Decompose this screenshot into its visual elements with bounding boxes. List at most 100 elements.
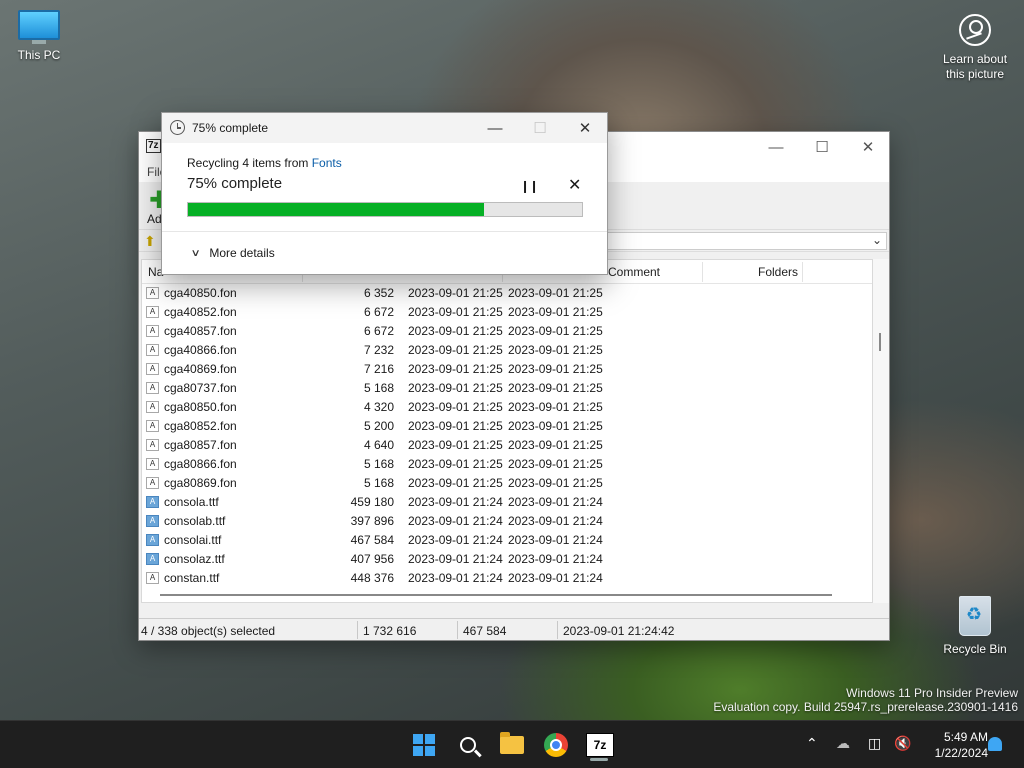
- dialog-close-button[interactable]: ✕: [562, 113, 608, 143]
- file-modified: 2023-09-01 21:25: [408, 286, 503, 300]
- table-row[interactable]: Acga40850.fon 6 352 2023-09-01 21:25 2023-0…: [142, 284, 872, 303]
- network-icon[interactable]: ◫: [868, 735, 881, 752]
- table-row[interactable]: Acga40869.fon 7 216 2023-09-01 21:25 2023-0…: [142, 360, 872, 379]
- folder-up-icon[interactable]: ⬆: [144, 233, 156, 250]
- vertical-scrollbar[interactable]: [873, 259, 889, 603]
- file-explorer-button[interactable]: [496, 729, 528, 761]
- table-row[interactable]: Aconsolai.ttf 467 584 2023-09-01 21:24 2023…: [142, 531, 872, 550]
- col-folders[interactable]: Folders: [758, 265, 798, 279]
- file-created: 2023-09-01 21:25: [508, 400, 603, 414]
- font-file-icon: A: [146, 401, 159, 413]
- active-app-indicator: [590, 758, 608, 761]
- notification-bell-icon[interactable]: [988, 737, 1002, 751]
- monitor-icon: [18, 10, 60, 40]
- file-created: 2023-09-01 21:24: [508, 495, 603, 509]
- file-name: cga40866.fon: [164, 343, 237, 357]
- truetype-font-icon: A: [146, 553, 159, 565]
- file-size: 6 672: [363, 324, 394, 338]
- status-focused-size: 467 584: [463, 624, 507, 638]
- file-size: 5 168: [363, 476, 394, 490]
- font-file-icon: A: [146, 287, 159, 299]
- file-created: 2023-09-01 21:25: [508, 419, 603, 433]
- recycle-bin-label: Recycle Bin: [943, 642, 1007, 656]
- dialog-maximize-button: ☐: [533, 120, 547, 137]
- table-row[interactable]: Acga80850.fon 4 320 2023-09-01 21:25 2023-0…: [142, 398, 872, 417]
- dialog-minimize-button[interactable]: —: [472, 113, 518, 143]
- file-created: 2023-09-01 21:25: [508, 476, 603, 490]
- file-size: 467 584: [350, 533, 394, 547]
- table-row[interactable]: Aconsolaz.ttf 407 956 2023-09-01 21:24 2023…: [142, 550, 872, 569]
- file-modified: 2023-09-01 21:24: [408, 552, 503, 566]
- file-name: cga40850.fon: [164, 286, 237, 300]
- chevron-up-icon[interactable]: ⌃: [806, 735, 818, 752]
- font-file-icon: A: [146, 344, 159, 356]
- table-row[interactable]: Acga40857.fon 6 672 2023-09-01 21:25 2023-0…: [142, 322, 872, 341]
- table-row[interactable]: Acga80852.fon 5 200 2023-09-01 21:25 2023-0…: [142, 417, 872, 436]
- maximize-button[interactable]: ☐: [799, 132, 845, 162]
- minimize-button[interactable]: —: [753, 132, 799, 162]
- close-button[interactable]: ✕: [845, 132, 891, 162]
- col-comment[interactable]: Comment: [608, 265, 660, 279]
- file-size: 7 216: [363, 362, 394, 376]
- table-row[interactable]: Acga40852.fon 6 672 2023-09-01 21:25 2023-0…: [142, 303, 872, 322]
- onedrive-icon[interactable]: ☁: [836, 735, 850, 752]
- file-created: 2023-09-01 21:25: [508, 286, 603, 300]
- file-rows: Acga40850.fon 6 352 2023-09-01 21:25 2023-0…: [142, 284, 872, 602]
- font-file-icon: A: [146, 325, 159, 337]
- dialog-titlebar[interactable]: 75% complete — ☐ ✕: [162, 113, 607, 143]
- cancel-icon[interactable]: ✕: [568, 175, 581, 195]
- font-file-icon: A: [146, 420, 159, 432]
- font-file-icon: A: [146, 477, 159, 489]
- file-name: cga80866.fon: [164, 457, 237, 471]
- horizontal-scrollbar[interactable]: [142, 588, 872, 602]
- table-row[interactable]: Acga80737.fon 5 168 2023-09-01 21:25 2023-0…: [142, 379, 872, 398]
- table-row[interactable]: Aconsolab.ttf 397 896 2023-09-01 21:24 2023…: [142, 512, 872, 531]
- file-created: 2023-09-01 21:24: [508, 571, 603, 585]
- chevron-down-icon[interactable]: ⌄: [872, 233, 882, 247]
- 7zip-taskbar-button[interactable]: 7z: [584, 729, 616, 761]
- pause-icon[interactable]: ❙❙: [520, 179, 539, 193]
- desktop-icon-this-pc[interactable]: This PC: [8, 10, 70, 63]
- file-modified: 2023-09-01 21:24: [408, 571, 503, 585]
- file-list[interactable]: Na Comment Folders Acga40850.fon 6 352 202…: [141, 259, 873, 603]
- table-row[interactable]: Acga80857.fon 4 640 2023-09-01 21:25 2023-0…: [142, 436, 872, 455]
- file-created: 2023-09-01 21:25: [508, 324, 603, 338]
- file-created: 2023-09-01 21:25: [508, 457, 603, 471]
- file-size: 6 352: [363, 286, 394, 300]
- file-modified: 2023-09-01 21:24: [408, 514, 503, 528]
- add-button-label[interactable]: Ad: [147, 212, 162, 226]
- table-row[interactable]: Aconsola.ttf 459 180 2023-09-01 21:24 2023-…: [142, 493, 872, 512]
- file-created: 2023-09-01 21:25: [508, 305, 603, 319]
- file-size: 7 232: [363, 343, 394, 357]
- source-folder-link[interactable]: Fonts: [312, 156, 342, 170]
- watermark-line1: Windows 11 Pro Insider Preview: [846, 686, 1018, 700]
- desktop-icon-recycle-bin[interactable]: ♻ Recycle Bin: [942, 596, 1008, 657]
- table-row[interactable]: Acga40866.fon 7 232 2023-09-01 21:25 2023-0…: [142, 341, 872, 360]
- status-date: 2023-09-01 21:24:42: [563, 624, 675, 638]
- learn-label-line2: this picture: [945, 67, 1005, 81]
- start-button[interactable]: [408, 729, 440, 761]
- 7zip-app-icon: 7z: [146, 139, 161, 153]
- desktop-icon-learn-about-picture[interactable]: Learn about this picture: [936, 14, 1014, 82]
- volume-muted-icon[interactable]: 🔇: [894, 735, 911, 752]
- file-size: 459 180: [350, 495, 394, 509]
- file-size: 4 320: [363, 400, 394, 414]
- file-modified: 2023-09-01 21:25: [408, 438, 503, 452]
- chrome-icon: [544, 733, 568, 757]
- truetype-font-icon: A: [146, 534, 159, 546]
- file-size: 5 168: [363, 457, 394, 471]
- more-details-label: More details: [209, 246, 275, 260]
- chrome-button[interactable]: [540, 729, 572, 761]
- table-row[interactable]: Acga80866.fon 5 168 2023-09-01 21:25 2023-0…: [142, 455, 872, 474]
- progress-bar: [187, 202, 583, 217]
- search-button[interactable]: [452, 729, 484, 761]
- more-details-toggle[interactable]: ∨ More details: [191, 246, 275, 260]
- font-file-icon: A: [146, 572, 159, 584]
- system-clock[interactable]: 5:49 AM 1/22/2024: [918, 729, 988, 761]
- table-row[interactable]: Acga80869.fon 5 168 2023-09-01 21:25 2023-0…: [142, 474, 872, 493]
- camera-info-icon: [959, 14, 991, 46]
- status-total-size: 1 732 616: [363, 624, 417, 638]
- file-size: 407 956: [350, 552, 394, 566]
- file-size: 448 376: [350, 571, 394, 585]
- table-row[interactable]: Aconstan.ttf 448 376 2023-09-01 21:24 2023-…: [142, 569, 872, 588]
